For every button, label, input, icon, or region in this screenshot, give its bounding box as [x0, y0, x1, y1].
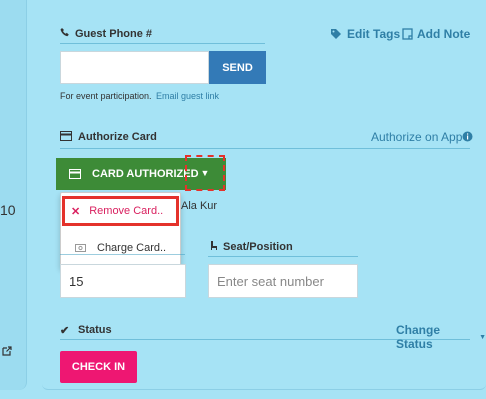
authorize-on-app-link[interactable]: Authorize on App	[371, 130, 462, 144]
credit-card-icon	[60, 131, 72, 141]
guest-phone-divider	[60, 43, 265, 44]
checkmark-icon: ✔	[60, 325, 70, 337]
change-status-dropdown[interactable]: Change Status ▼	[396, 323, 486, 351]
seat-icon	[208, 240, 219, 251]
card-actions-menu: ✕ Remove Card.. Charge Card..	[60, 192, 181, 268]
edit-tags-link[interactable]: Edit Tags	[330, 27, 400, 41]
authorize-card-label: Authorize Card	[78, 131, 157, 143]
party-size-input[interactable]: 15	[60, 264, 186, 298]
caret-down-icon: ▼	[479, 333, 486, 341]
add-note-label: Add Note	[417, 27, 471, 41]
seat-divider	[208, 256, 358, 257]
card-dropdown-toggle[interactable]: ▼	[185, 155, 225, 191]
tag-icon	[330, 28, 342, 40]
card-authorized-label: CARD AUTHORIZED	[92, 168, 199, 180]
close-icon: ✕	[71, 205, 81, 218]
note-icon	[402, 28, 413, 40]
email-guest-link[interactable]: Email guest link	[156, 91, 219, 101]
status-divider	[60, 339, 470, 340]
charge-card-label: Charge Card..	[97, 241, 167, 254]
info-icon[interactable]	[462, 131, 473, 142]
phone-hint: For event participation.	[60, 91, 152, 101]
change-status-label: Change Status	[396, 323, 441, 351]
guest-phone-input[interactable]	[60, 51, 209, 84]
edit-tags-label: Edit Tags	[347, 27, 401, 41]
remove-card-menu-item[interactable]: ✕ Remove Card..	[62, 196, 179, 226]
seat-position-label: Seat/Position	[223, 241, 293, 253]
authorize-card-divider	[60, 148, 470, 149]
cardholder-name: Ala Kur	[181, 200, 218, 212]
add-note-link[interactable]: Add Note	[402, 27, 470, 41]
party-divider	[60, 254, 185, 255]
charge-card-menu-item[interactable]: Charge Card..	[61, 231, 194, 264]
remove-card-label: Remove Card..	[89, 205, 164, 217]
seat-number-input[interactable]: Enter seat number	[208, 264, 358, 298]
guest-phone-label: Guest Phone #	[75, 28, 153, 40]
status-label: Status	[78, 324, 112, 336]
phone-icon	[60, 27, 70, 37]
credit-card-icon	[69, 169, 81, 179]
left-panel	[0, 0, 27, 390]
external-link-icon[interactable]	[2, 346, 12, 356]
left-panel-number: 10	[0, 202, 16, 218]
money-icon	[75, 243, 86, 252]
check-in-button[interactable]: CHECK IN	[60, 351, 137, 383]
caret-down-icon: ▼	[200, 168, 210, 178]
send-button[interactable]: SEND	[209, 51, 266, 84]
reservation-panel: Guest Phone # Edit Tags Add Note SEND Fo…	[42, 0, 486, 390]
